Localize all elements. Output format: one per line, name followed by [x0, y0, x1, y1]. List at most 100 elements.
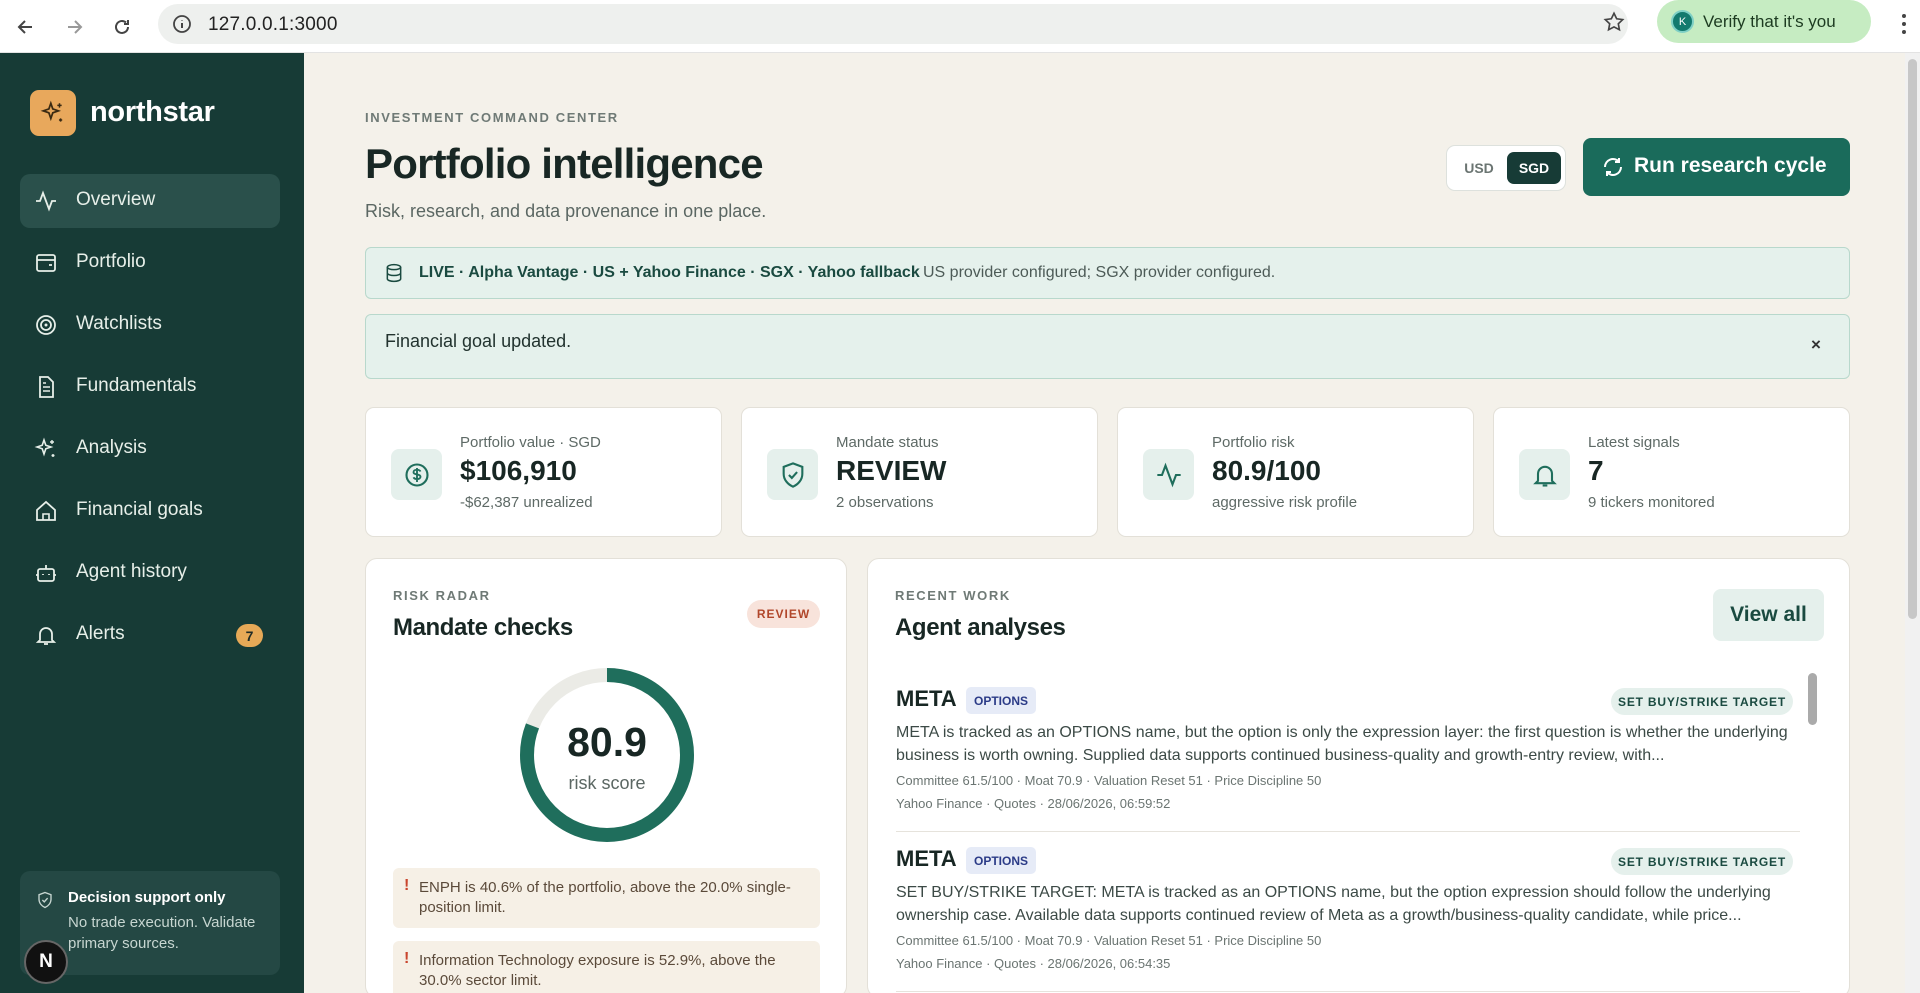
sidebar-item-label: Overview	[76, 189, 156, 210]
shield-check-icon	[38, 891, 52, 909]
page-scrollbar[interactable]	[1905, 53, 1920, 993]
forward-button[interactable]	[56, 9, 92, 45]
bell-icon	[1519, 449, 1570, 500]
stat-label: Latest signals	[1588, 434, 1680, 451]
sidebar-item-overview[interactable]: Overview	[20, 174, 280, 228]
sparkle-icon	[34, 437, 55, 457]
stat-value: REVIEW	[836, 455, 947, 486]
decision-text: No trade execution. Validate primary sou…	[68, 914, 256, 952]
analysis-item[interactable]: META OPTIONS SET BUY/STRIKE TARGET META …	[896, 672, 1800, 832]
card-title: Agent analyses	[895, 614, 1066, 641]
status-badge: REVIEW	[747, 600, 820, 628]
home-icon	[36, 500, 56, 521]
risk-score-label: risk score	[568, 773, 646, 793]
wallet-icon	[36, 254, 56, 272]
analyses-scroll-thumb[interactable]	[1808, 673, 1817, 725]
page-scroll-thumb[interactable]	[1908, 59, 1917, 619]
risk-radar-card: RISK RADAR Mandate checks REVIEW 80.9 ri…	[365, 558, 847, 993]
analysis-ticker: META	[896, 686, 957, 711]
currency-sgd-button[interactable]: SGD	[1507, 152, 1561, 184]
url-text: 127.0.0.1:3000	[208, 14, 338, 35]
address-bar[interactable]: 127.0.0.1:3000	[158, 4, 1628, 44]
observation-item: ! ENPH is 40.6% of the portfolio, above …	[393, 868, 820, 928]
sidebar-item-analysis[interactable]: Analysis	[20, 422, 280, 476]
sidebar-item-agent-history[interactable]: Agent history	[20, 546, 280, 600]
stat-sub: 9 tickers monitored	[1588, 494, 1715, 511]
stat-value: $106,910	[460, 455, 577, 486]
sidebar-item-label: Financial goals	[76, 499, 203, 520]
toast-message: Financial goal updated.	[385, 331, 572, 351]
page-eyebrow: INVESTMENT COMMAND CENTER	[365, 110, 619, 125]
target-icon	[36, 315, 56, 335]
live-providers: LIVE · Alpha Vantage · US + Yahoo Financ…	[419, 264, 920, 281]
currency-toggle: USD SGD	[1446, 145, 1566, 191]
warning-mark: !	[404, 950, 410, 967]
sidebar-item-label: Alerts	[76, 623, 125, 644]
success-toast: Financial goal updated. ×	[365, 314, 1850, 379]
run-button-label: Run research cycle	[1634, 154, 1827, 177]
observation-item: ! Information Technology exposure is 52.…	[393, 941, 820, 993]
card-eyebrow: RECENT WORK	[895, 588, 1011, 603]
analysis-action-badge: SET BUY/STRIKE TARGET	[1611, 848, 1793, 875]
analysis-description: SET BUY/STRIKE TARGET: META is tracked a…	[896, 884, 1771, 924]
analysis-tag: OPTIONS	[966, 847, 1036, 874]
reload-button[interactable]	[104, 9, 140, 45]
shield-icon	[767, 449, 818, 500]
sidebar-item-watchlists[interactable]: Watchlists	[20, 298, 280, 352]
analysis-item[interactable]: META OPTIONS SET BUY/STRIKE TARGET SET B…	[896, 832, 1800, 992]
bell-icon	[35, 627, 57, 645]
browser-menu-icon[interactable]	[1896, 10, 1912, 38]
arrow-right-icon	[68, 20, 83, 34]
verify-label: Verify that it's you	[1703, 12, 1836, 31]
run-research-cycle-button[interactable]: Run research cycle	[1583, 138, 1850, 196]
page-title: Portfolio intelligence	[365, 140, 764, 187]
stat-value: 80.9/100	[1212, 455, 1321, 486]
sidebar-item-label: Analysis	[76, 437, 147, 458]
stat-value: 7	[1588, 455, 1604, 486]
refresh-icon	[1604, 158, 1622, 176]
analysis-metrics: Committee 61.5/100 · Moat 70.9 · Valuati…	[896, 933, 1322, 948]
bot-icon	[36, 565, 56, 582]
analysis-action-badge: SET BUY/STRIKE TARGET	[1611, 688, 1793, 715]
database-icon	[386, 263, 402, 283]
sidebar-item-portfolio[interactable]: Portfolio	[20, 236, 280, 290]
user-avatar[interactable]: N	[24, 940, 68, 984]
bookmark-star-icon[interactable]	[1598, 6, 1630, 38]
back-button[interactable]	[8, 9, 44, 45]
analysis-description: META is tracked as an OPTIONS name, but …	[896, 724, 1788, 764]
card-eyebrow: RISK RADAR	[393, 588, 491, 603]
document-icon	[39, 376, 54, 398]
verify-identity-button[interactable]: K Verify that it's you	[1657, 0, 1871, 43]
sidebar-item-label: Watchlists	[76, 313, 162, 334]
sidebar-item-label: Fundamentals	[76, 375, 197, 396]
stat-portfolio-value: Portfolio value · SGD $106,910 -$62,387 …	[365, 407, 722, 537]
arrow-left-icon	[17, 20, 32, 34]
currency-usd-button[interactable]: USD	[1455, 152, 1503, 184]
analysis-metrics: Committee 61.5/100 · Moat 70.9 · Valuati…	[896, 773, 1322, 788]
decision-title: Decision support only	[68, 889, 226, 906]
alerts-count-badge: 7	[236, 624, 263, 647]
pulse-icon	[1143, 449, 1194, 500]
agent-analyses-card: RECENT WORK Agent analyses View all META…	[867, 558, 1850, 993]
stat-label: Portfolio risk	[1212, 434, 1295, 451]
northstar-logo-icon[interactable]	[30, 90, 76, 136]
stat-sub: -$62,387 unrealized	[460, 494, 593, 511]
sidebar-item-fundamentals[interactable]: Fundamentals	[20, 360, 280, 414]
close-icon[interactable]: ×	[1806, 335, 1826, 355]
page-subtitle: Risk, research, and data provenance in o…	[365, 201, 767, 221]
view-all-button[interactable]: View all	[1713, 589, 1824, 641]
stat-mandate-status: Mandate status REVIEW 2 observations	[741, 407, 1098, 537]
live-status-text: US provider configured; SGX provider con…	[923, 264, 1276, 281]
brand-name: northstar	[90, 96, 215, 128]
sidebar-item-financial-goals[interactable]: Financial goals	[20, 484, 280, 538]
profile-avatar: K	[1671, 10, 1694, 33]
live-data-banner: LIVE · Alpha Vantage · US + Yahoo Financ…	[365, 247, 1850, 299]
warning-mark: !	[404, 877, 410, 894]
analysis-tag: OPTIONS	[966, 687, 1036, 714]
stat-sub: 2 observations	[836, 494, 934, 511]
observation-text: ENPH is 40.6% of the portfolio, above th…	[419, 879, 791, 916]
sidebar-item-alerts[interactable]: Alerts 7	[20, 608, 280, 662]
reload-icon	[115, 19, 129, 34]
sidebar-item-label: Agent history	[76, 561, 187, 582]
site-info-icon[interactable]	[170, 12, 194, 36]
